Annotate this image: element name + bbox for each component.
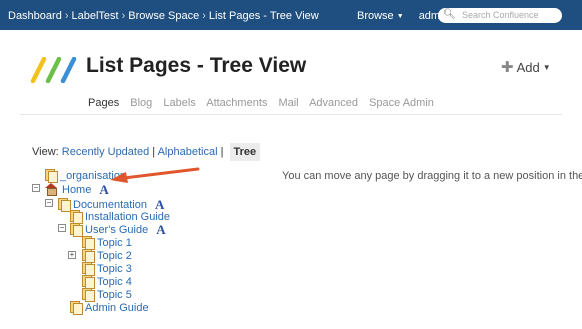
browse-menu[interactable]: Browse ▼	[357, 10, 404, 22]
tabs-divider	[20, 114, 562, 115]
add-icon: ✚	[501, 59, 514, 76]
view-selector: View: Recently Updated | Alphabetical | …	[32, 143, 261, 161]
tab-pages[interactable]: Pages	[88, 97, 119, 109]
tab-mail[interactable]: Mail	[278, 97, 298, 109]
favourite-icon[interactable]: A	[99, 182, 108, 198]
chevron-down-icon: ▼	[542, 63, 551, 72]
tree-item-topic-4[interactable]: Topic 4	[82, 275, 132, 289]
tree-item-home[interactable]: Home A	[45, 182, 109, 198]
tab-attachments[interactable]: Attachments	[206, 97, 267, 109]
tree-item-label[interactable]: Topic 3	[97, 263, 132, 275]
tab-advanced[interactable]: Advanced	[309, 97, 358, 109]
tree-item-topic-3[interactable]: Topic 3	[82, 262, 132, 276]
tree-item-label[interactable]: Topic 5	[97, 289, 132, 301]
browse-menu-label: Browse	[357, 10, 394, 22]
tree-item-label[interactable]: Home	[62, 184, 91, 196]
annotation-arrow-icon	[110, 167, 200, 183]
breadcrumb: Dashboard › LabelTest › Browse Space › List Pa…	[8, 10, 319, 22]
add-button[interactable]: ✚ Add ▼	[501, 58, 551, 76]
page-icon	[70, 301, 83, 315]
tab-space-admin[interactable]: Space Admin	[369, 97, 434, 109]
tab-labels[interactable]: Labels	[163, 97, 195, 109]
tree-item-label[interactable]: Admin Guide	[85, 302, 149, 314]
view-tree-selected[interactable]: Tree	[229, 143, 261, 161]
tree-item-label[interactable]: Topic 1	[97, 237, 132, 249]
tree-item-admin-guide[interactable]: Admin Guide	[70, 301, 149, 315]
home-icon	[45, 183, 58, 196]
breadcrumb-dashboard[interactable]: Dashboard	[8, 10, 62, 22]
view-recently-updated-link[interactable]: Recently Updated	[62, 146, 149, 158]
collapse-toggle-icon[interactable]: −	[32, 184, 40, 192]
breadcrumb-separator: ›	[64, 10, 69, 22]
view-separator: |	[220, 146, 224, 158]
tree-item-topic-1[interactable]: Topic 1	[82, 236, 132, 250]
page-icon	[82, 262, 95, 276]
view-alphabetical-link[interactable]: Alphabetical	[158, 146, 218, 158]
drag-hint-text: You can move any page by dragging it to …	[282, 170, 582, 182]
page-icon	[82, 275, 95, 289]
expand-toggle-icon[interactable]: +	[68, 251, 76, 259]
breadcrumb-space[interactable]: LabelTest	[72, 10, 119, 22]
tree-item-users-guide[interactable]: User's Guide A	[70, 222, 166, 238]
tree-item-documentation[interactable]: Documentation A	[58, 197, 164, 212]
tab-blog[interactable]: Blog	[130, 97, 152, 109]
space-logo-icon	[30, 57, 77, 83]
tree-item-topic-5[interactable]: Topic 5	[82, 288, 132, 302]
page-icon	[70, 223, 83, 237]
add-button-label: Add	[516, 60, 540, 75]
search-input[interactable]	[462, 9, 558, 21]
tree-item-label[interactable]: User's Guide	[85, 224, 148, 236]
page-icon	[45, 169, 58, 183]
space-tabs: Pages Blog Labels Attachments Mail Advan…	[88, 97, 442, 109]
tree-item-label[interactable]: Topic 2	[97, 250, 132, 262]
top-bar: Dashboard › LabelTest › Browse Space › List Pa…	[0, 0, 582, 30]
favourite-icon[interactable]: A	[156, 222, 165, 238]
page-icon	[70, 210, 83, 224]
breadcrumb-separator: ›	[202, 10, 206, 22]
collapse-toggle-icon[interactable]: −	[58, 224, 66, 232]
tree-item-topic-2[interactable]: Topic 2	[82, 249, 132, 263]
breadcrumb-separator: ›	[121, 10, 126, 22]
page-icon	[58, 198, 71, 212]
chevron-down-icon: ▼	[396, 13, 404, 20]
breadcrumb-browse-space[interactable]: Browse Space	[128, 10, 199, 22]
search-box[interactable]: 🔍︎	[438, 8, 562, 23]
view-label: View:	[32, 146, 59, 158]
breadcrumb-current-page: List Pages - Tree View	[208, 10, 319, 22]
search-icon[interactable]: 🔍︎	[443, 9, 456, 20]
page-icon	[82, 236, 95, 250]
page-icon	[82, 288, 95, 302]
tree-item-label[interactable]: Topic 4	[97, 276, 132, 288]
view-separator: |	[152, 146, 156, 158]
page-title: List Pages - Tree View	[86, 54, 307, 77]
page-icon	[82, 249, 95, 263]
collapse-toggle-icon[interactable]: −	[45, 199, 53, 207]
